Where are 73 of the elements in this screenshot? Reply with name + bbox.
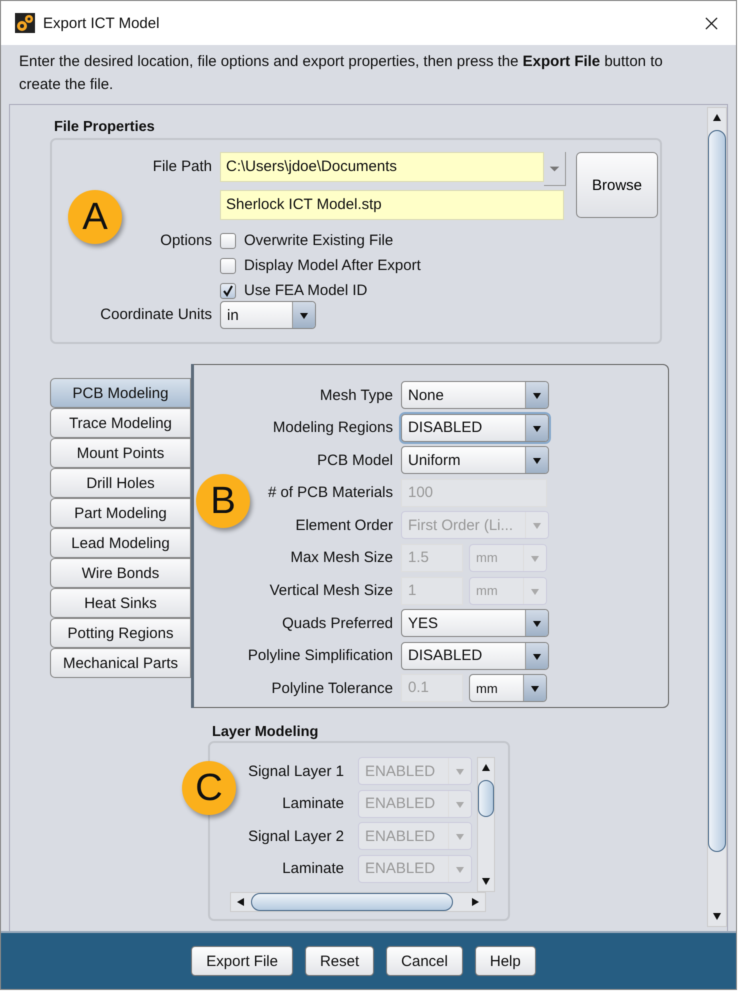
caret-icon [532,520,542,530]
gears-icon [15,13,35,33]
caret-icon [299,310,309,320]
field-label: Coordinate Units [99,305,212,325]
side-tab[interactable]: Part Modeling [50,498,191,528]
side-tab[interactable]: Potting Regions [50,618,191,648]
field-label: Polyline Simplification [248,647,393,664]
checkbox[interactable] [220,232,236,248]
up-arrow-icon[interactable] [481,763,491,773]
filename-field[interactable]: Sherlock ICT Model.stp [220,190,564,220]
side-tab[interactable]: Mount Points [50,438,191,468]
field-label: # of PCB Materials [268,484,393,502]
field-label: Laminate [281,795,344,812]
dialog-button[interactable]: Help [474,946,536,976]
dropdown[interactable]: None [401,381,549,409]
field-label: Signal Layer 1 [247,762,344,780]
side-tab[interactable]: Lead Modeling [50,528,191,558]
callout-badge: A [68,190,122,244]
right-arrow-icon[interactable] [470,897,480,907]
field-label: File Path [152,157,212,177]
path-field[interactable]: C:\Users\jdoe\Documents [220,152,544,182]
caret-icon [532,618,542,628]
caret-icon [532,390,542,400]
callout-badge: B [196,474,250,528]
checkbox[interactable] [220,258,236,274]
side-tab[interactable]: Wire Bonds [50,558,191,588]
caret-icon [455,831,465,841]
checkbox-label: Overwrite Existing File [244,232,394,249]
dropdown[interactable]: DISABLED [401,414,549,442]
field-label: Quads Preferred [282,614,393,632]
field-label: Options [159,231,212,251]
instruction-text: Enter the desired location, file options and export properties, then press the Export File button to create the file. [18,52,664,95]
scroll-thumb[interactable] [478,780,494,817]
dialog-button[interactable]: Reset [304,946,374,976]
dropdown[interactable]: Uniform [401,446,549,474]
side-tab[interactable]: Mechanical Parts [50,648,191,678]
field-label: Vertical Mesh Size [270,582,393,600]
scroll-thumb[interactable] [708,130,726,852]
caret-icon [532,455,542,466]
dropdown[interactable]: YES [401,609,549,638]
caret-icon [455,766,465,776]
dialog-button[interactable]: Cancel [386,946,463,976]
close-icon[interactable] [705,16,718,30]
left-arrow-icon[interactable] [236,897,246,907]
dropdown-arrow-icon[interactable] [544,152,566,186]
checkbox[interactable] [220,282,236,298]
up-arrow-icon[interactable] [712,113,722,123]
checkbox-label: Display Model After Export [244,257,421,274]
field-label: Max Mesh Size [290,549,393,566]
field-label: Polyline Tolerance [272,680,393,697]
field-label: Mesh Type [320,386,393,404]
field-label: Modeling Regions [272,419,393,436]
field-label: PCB Model [317,452,393,469]
field-label: Signal Layer 2 [247,828,344,844]
callout-badge: C [182,761,236,815]
browse-button[interactable]: Browse [576,152,658,218]
caret-icon [530,683,540,694]
field-label: Laminate [281,860,344,877]
side-tab[interactable]: Drill Holes [50,468,191,498]
down-arrow-icon[interactable] [481,876,491,886]
window-title: Export ICT Model [43,14,160,32]
units-dropdown[interactable]: in [220,301,316,329]
section-title: Layer Modeling [212,724,320,740]
scroll-thumb[interactable] [251,893,453,911]
field-label: Element Order [295,516,393,534]
section-title: File Properties [54,119,156,135]
dropdown[interactable]: DISABLED [401,642,549,670]
side-tab[interactable]: Heat Sinks [50,588,191,618]
dialog-button[interactable]: Export File [191,946,293,976]
side-tab[interactable]: PCB Modeling [50,378,191,408]
side-tab[interactable]: Trace Modeling [50,408,191,438]
down-arrow-icon[interactable] [712,911,722,921]
checkbox-label: Use FEA Model ID [244,282,368,299]
